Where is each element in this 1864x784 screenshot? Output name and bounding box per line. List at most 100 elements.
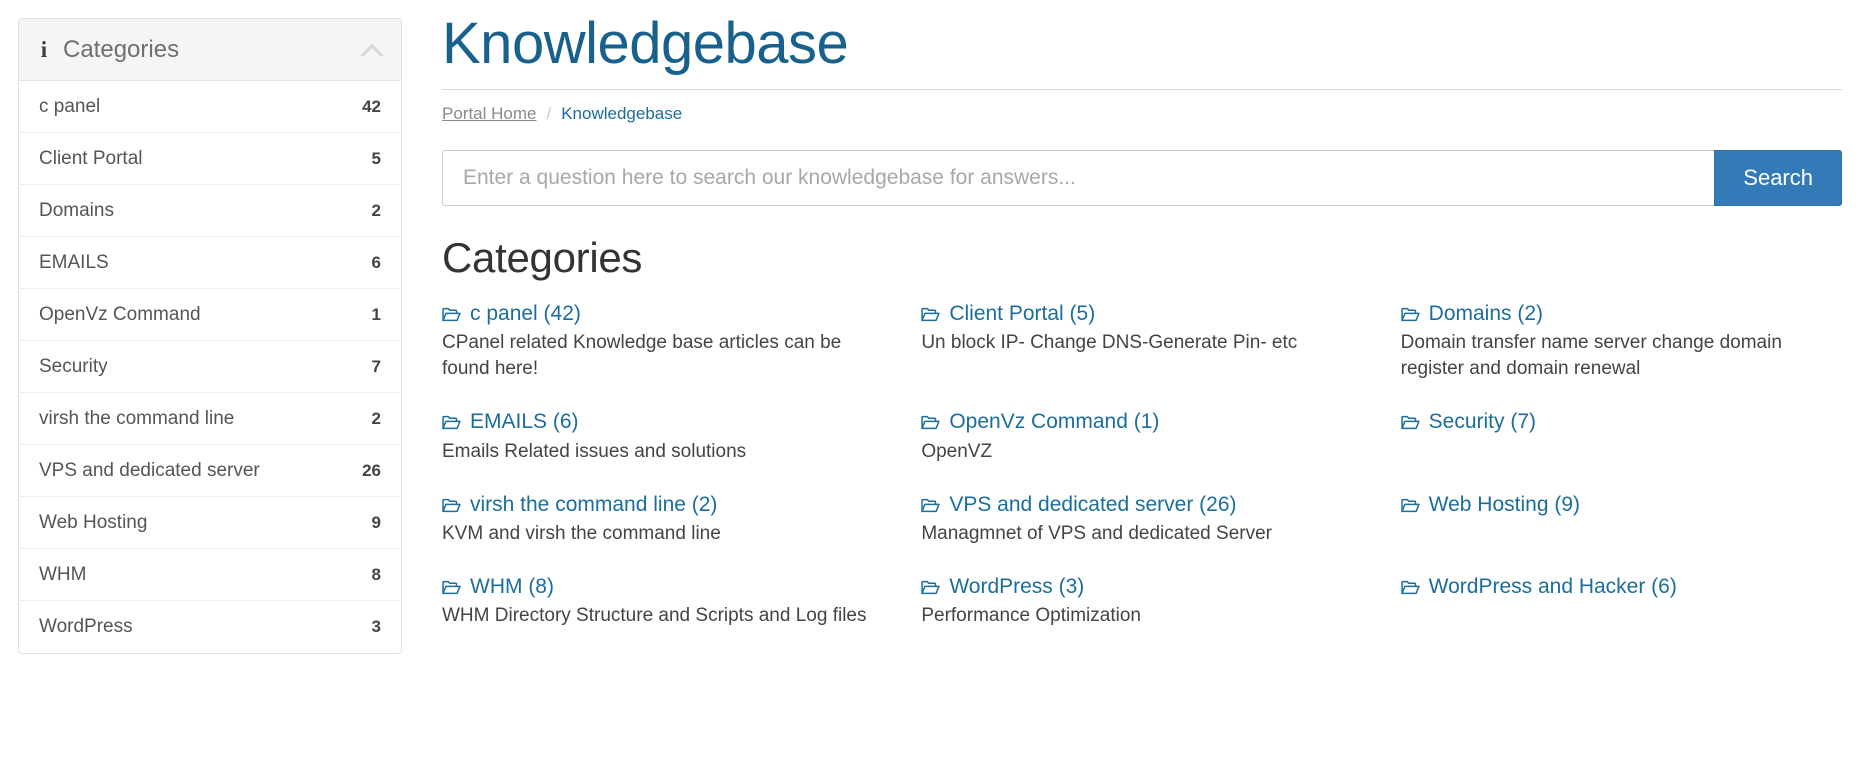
sidebar-category-list: c panel 42 Client Portal 5 Domains 2 EMAILS 6 Op… — [19, 81, 401, 653]
sidebar-item-count: 1 — [371, 304, 381, 324]
categories-grid: c panel (42) CPanel related Knowledge bas… — [442, 300, 1842, 655]
category-link[interactable]: EMAILS (6) — [442, 408, 579, 435]
category-description: WHM Directory Structure and Scripts and … — [442, 605, 867, 627]
folder-open-icon — [921, 580, 941, 595]
categories-panel: i Categories c panel 42 Client Portal 5 Doma… — [18, 18, 402, 654]
chevron-up-icon[interactable] — [361, 39, 383, 61]
sidebar-item-label: EMAILS — [39, 251, 109, 273]
category-link-label: EMAILS (6) — [470, 410, 579, 434]
breadcrumb-knowledgebase[interactable]: Knowledgebase — [561, 104, 682, 124]
sidebar-item-count: 3 — [371, 617, 381, 636]
breadcrumb-portal-home[interactable]: Portal Home — [442, 104, 536, 124]
category-cell: Web Hosting (9) — [1400, 491, 1842, 573]
category-description: Performance Optimization — [921, 605, 1141, 627]
category-cell: virsh the command line (2) KVM and virsh … — [442, 491, 883, 573]
category-link[interactable]: WordPress (3) — [921, 573, 1084, 600]
sidebar-item-wordpress[interactable]: WordPress 3 — [19, 601, 401, 653]
sidebar-item-label: VPS and dedicated server — [39, 459, 260, 481]
categories-section-title: Categories — [442, 233, 643, 281]
category-cell: OpenVz Command (1) OpenVZ — [921, 408, 1362, 490]
category-description: CPanel related Knowledge base articles c… — [442, 332, 842, 380]
category-link[interactable]: virsh the command line (2) — [442, 491, 717, 518]
categories-panel-title: i Categories — [39, 36, 361, 64]
sidebar-item-label: Web Hosting — [39, 511, 148, 533]
sidebar-item-count: 2 — [371, 408, 381, 428]
sidebar-item-count: 7 — [371, 356, 381, 376]
category-link-label: Domains (2) — [1428, 301, 1544, 325]
sidebar-item-whm[interactable]: WHM 8 — [19, 549, 401, 601]
category-cell: c panel (42) CPanel related Knowledge bas… — [442, 300, 883, 408]
folder-open-icon — [921, 415, 941, 430]
sidebar-item-count: 2 — [371, 200, 381, 220]
sidebar-item-openvz-command[interactable]: OpenVz Command 1 — [19, 289, 401, 341]
category-link[interactable]: Security (7) — [1400, 408, 1537, 435]
categories-panel-header[interactable]: i Categories — [19, 19, 401, 81]
category-description: KVM and virsh the command line — [442, 522, 721, 544]
category-description: OpenVZ — [921, 440, 993, 462]
category-cell: VPS and dedicated server (26) Managmnet o… — [921, 491, 1362, 573]
sidebar-item-web-hosting[interactable]: Web Hosting 9 — [19, 497, 401, 549]
categories-panel-title-label: Categories — [63, 35, 180, 63]
sidebar-item-count: 8 — [371, 564, 381, 584]
sidebar-item-vps-and-dedicated-server[interactable]: VPS and dedicated server 26 — [19, 445, 401, 497]
category-link[interactable]: Web Hosting (9) — [1400, 491, 1580, 518]
search-button[interactable]: Search — [1714, 149, 1842, 206]
category-link-label: Security (7) — [1428, 410, 1537, 434]
category-link-label: VPS and dedicated server (26) — [949, 492, 1237, 516]
category-link-label: WordPress (3) — [949, 574, 1085, 598]
category-cell: WordPress and Hacker (6) — [1400, 573, 1842, 655]
category-link-label: c panel (42) — [470, 301, 581, 325]
breadcrumb-separator: / — [546, 103, 552, 123]
page-title: Knowledgebase — [442, 11, 849, 76]
category-description: Managmnet of VPS and dedicated Server — [921, 522, 1272, 544]
sidebar-item-c-panel[interactable]: c panel 42 — [19, 81, 401, 133]
category-link[interactable]: c panel (42) — [442, 300, 581, 327]
folder-open-icon — [1400, 498, 1420, 513]
category-link[interactable]: WordPress and Hacker (6) — [1400, 573, 1677, 600]
main-content: Knowledgebase Portal Home / Knowledgebas… — [420, 0, 1864, 655]
category-link[interactable]: Domains (2) — [1400, 300, 1544, 327]
category-cell: EMAILS (6) Emails Related issues and solu… — [442, 408, 883, 490]
sidebar-item-count: 9 — [371, 512, 381, 532]
knowledgebase-page: i Categories c panel 42 Client Portal 5 Doma… — [0, 0, 1864, 784]
category-description: Domain transfer name server change domai… — [1400, 332, 1782, 380]
knowledgebase-search-form: Search — [442, 149, 1842, 206]
category-link-label: virsh the command line (2) — [470, 492, 718, 516]
sidebar-item-security[interactable]: Security 7 — [19, 341, 401, 393]
folder-open-icon — [442, 498, 461, 513]
title-divider — [442, 88, 1842, 90]
sidebar-item-domains[interactable]: Domains 2 — [19, 185, 401, 237]
sidebar-item-virsh-the-command-line[interactable]: virsh the command line 2 — [19, 393, 401, 445]
category-description: Emails Related issues and solutions — [442, 440, 747, 462]
sidebar-item-label: c panel — [39, 95, 101, 117]
folder-open-icon — [1400, 307, 1420, 322]
sidebar-item-label: OpenVz Command — [39, 303, 201, 325]
category-cell: WordPress (3) Performance Optimization — [921, 573, 1362, 655]
folder-open-icon — [1400, 580, 1420, 595]
category-cell: Client Portal (5) Un block IP- Change DNS… — [921, 300, 1362, 408]
category-link-label: Web Hosting (9) — [1428, 492, 1580, 516]
category-description: Un block IP- Change DNS-Generate Pin- et… — [921, 332, 1298, 354]
category-cell: Domains (2) Domain transfer name server c… — [1401, 300, 1842, 408]
folder-open-icon — [1400, 415, 1420, 430]
sidebar: i Categories c panel 42 Client Portal 5 Doma… — [0, 0, 420, 654]
folder-open-icon — [442, 580, 461, 595]
sidebar-item-count: 42 — [362, 96, 381, 116]
sidebar-item-emails[interactable]: EMAILS 6 — [19, 237, 401, 289]
sidebar-item-label: virsh the command line — [39, 407, 235, 429]
sidebar-item-label: Client Portal — [39, 147, 143, 169]
sidebar-item-client-portal[interactable]: Client Portal 5 — [19, 133, 401, 185]
search-input[interactable] — [442, 149, 1715, 206]
category-cell: WHM (8) WHM Directory Structure and Scrip… — [442, 573, 883, 655]
category-cell: Security (7) — [1400, 408, 1842, 490]
category-link-label: WordPress and Hacker (6) — [1428, 574, 1677, 598]
breadcrumb: Portal Home / Knowledgebase — [442, 104, 1842, 124]
folder-open-icon — [921, 307, 941, 322]
sidebar-item-label: Security — [39, 355, 108, 377]
sidebar-item-label: WHM — [39, 563, 87, 585]
category-link[interactable]: OpenVz Command (1) — [921, 408, 1159, 435]
sidebar-item-label: Domains — [39, 199, 114, 221]
category-link[interactable]: VPS and dedicated server (26) — [921, 491, 1237, 518]
category-link[interactable]: WHM (8) — [442, 573, 554, 600]
category-link[interactable]: Client Portal (5) — [921, 300, 1095, 327]
